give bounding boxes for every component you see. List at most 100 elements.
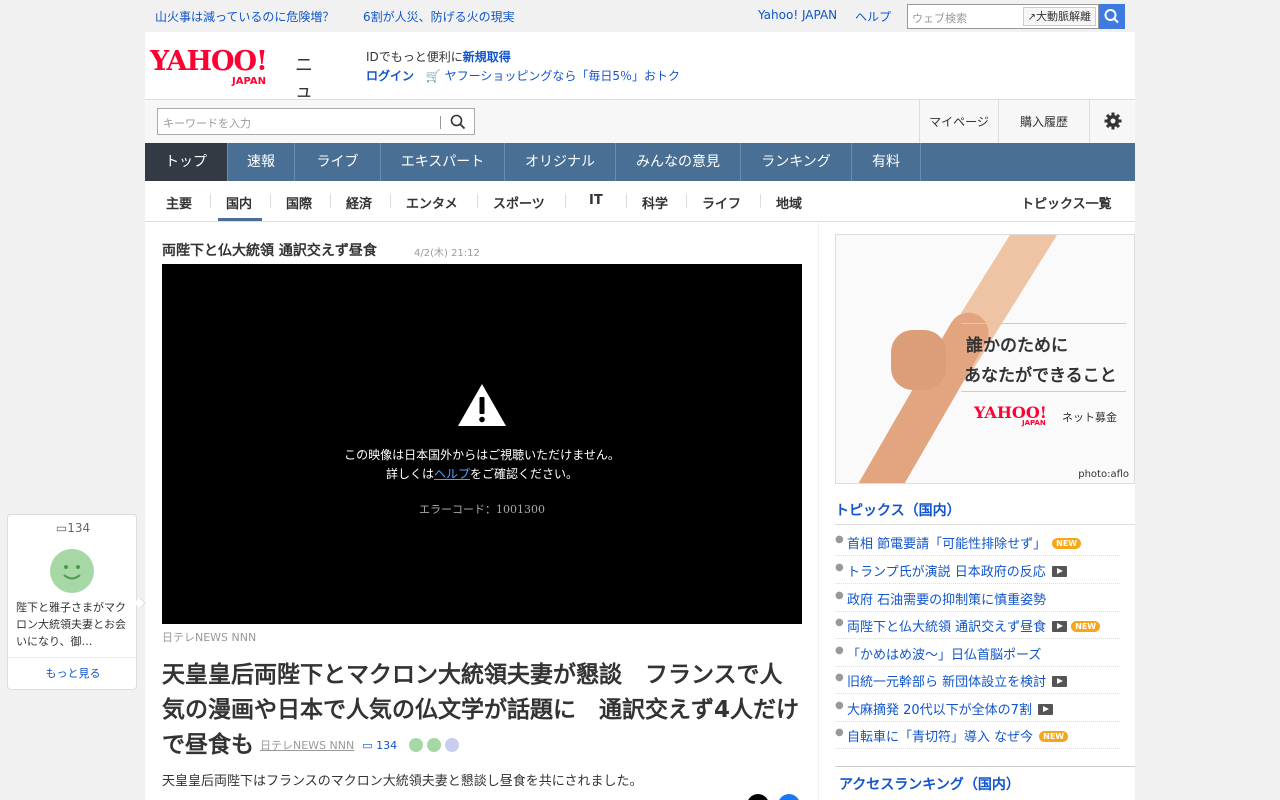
help-message-post: をご確認ください。 xyxy=(470,467,579,481)
category-nav: 主要 国内 国際 経済 エンタメ スポーツ IT 科学 ライフ 地域 トピックス… xyxy=(145,181,1135,222)
see-more-link[interactable]: もっと見る xyxy=(8,665,138,681)
video-unavailable-message: この映像は日本国外からはご視聴いただけません。 xyxy=(344,448,620,462)
ad-rule xyxy=(961,323,1126,324)
sidebar: 誰かのために あなたができること YAHOO! JAPAN ネット募金 phot… xyxy=(819,222,1135,800)
nav-top[interactable]: トップ xyxy=(145,143,228,181)
topic-text[interactable]: 首相 節電要請「可能性排除せず」 xyxy=(847,537,1046,552)
nav-expert[interactable]: エキスパート xyxy=(381,143,505,181)
category-entertainment[interactable]: エンタメ xyxy=(406,193,458,212)
category-science[interactable]: 科学 xyxy=(642,193,668,212)
topic-item[interactable]: ● 自転車に「青切符」導入 なぜ今 NEW xyxy=(835,721,1120,749)
video-help-link[interactable]: ヘルプ xyxy=(434,467,470,481)
topics-list-link[interactable]: トピックス一覧 xyxy=(1021,193,1112,212)
gear-icon xyxy=(1104,112,1122,130)
video-date: 4/2(木) 21:12 xyxy=(414,248,480,259)
topic-item[interactable]: ● 旧統一元幹部ら 新団体設立を検討 xyxy=(835,666,1120,694)
bullet-icon: ● xyxy=(835,590,844,601)
neutral-face-icon xyxy=(445,738,460,752)
id-promo: IDでもっと便利に新規取得 xyxy=(366,48,511,65)
comment-preview-card[interactable]: ▭134 陛下と雅子さまがマクロン大統領夫妻とお会いになり、御… もっと見る xyxy=(7,514,146,690)
video-play-icon xyxy=(1051,566,1067,577)
help-message-pre: 詳しくは xyxy=(385,467,434,481)
topic-text[interactable]: 政府 石油需要の抑制策に慎重姿勢 xyxy=(847,593,1046,608)
topic-item[interactable]: ● 首相 節電要請「可能性排除せず」 NEW xyxy=(835,528,1120,556)
new-badge: NEW xyxy=(1052,538,1082,549)
nav-live[interactable]: ライブ xyxy=(295,143,381,181)
login-link[interactable]: ログイン xyxy=(366,69,414,83)
category-sports[interactable]: スポーツ xyxy=(493,193,545,212)
ad-line-1: 誰かのために xyxy=(966,336,1068,356)
category-domestic[interactable]: 国内 xyxy=(226,193,252,212)
top-headline-link-2[interactable]: 6割が人災、防げる火の現実 xyxy=(363,8,515,25)
news-search-row: キーワードを入力 マイページ 購入履歴 xyxy=(145,99,1135,144)
shopping-link[interactable]: ヤフーショッピングなら「毎日5％」おトク xyxy=(445,69,680,83)
headline-source-link[interactable]: 日テレNEWS NNN xyxy=(260,739,354,752)
category-divider xyxy=(626,194,627,208)
card-comment-text: 陛下と雅子さまがマクロン大統領夫妻とお会いになり、御… xyxy=(16,601,126,648)
category-it[interactable]: IT xyxy=(589,193,603,208)
category-main[interactable]: 主要 xyxy=(166,193,192,212)
topic-item[interactable]: ● 大麻摘発 20代以下が全体の7割 xyxy=(835,694,1120,722)
category-life[interactable]: ライフ xyxy=(702,193,741,212)
yahoo-japan-link[interactable]: Yahoo! JAPAN xyxy=(758,8,837,22)
topic-text[interactable]: 大麻摘発 20代以下が全体の7割 xyxy=(847,703,1032,718)
nav-paid[interactable]: 有料 xyxy=(852,143,921,181)
yahoo-news-logo[interactable]: YAHOO! JAPAN ニュース xyxy=(150,46,313,154)
headline-text[interactable]: 天皇皇后両陛下とマクロン大統領夫妻が懇談 フランスで人気の漫画や日本で人気の仏文… xyxy=(162,662,799,758)
x-share-icon[interactable] xyxy=(747,794,769,800)
ranking-rule xyxy=(835,766,1135,767)
top-headline-link-1[interactable]: 山火事は減っているのに危険増？ xyxy=(155,8,334,25)
category-divider xyxy=(390,194,391,208)
keyword-search-input[interactable]: キーワードを入力 xyxy=(157,108,475,135)
card-count-value: 134 xyxy=(67,521,91,535)
new-badge: NEW xyxy=(1071,621,1101,632)
topic-text[interactable]: 自転車に「青切符」導入 なぜ今 xyxy=(847,730,1033,745)
bullet-icon: ● xyxy=(835,727,844,738)
ranking-heading[interactable]: アクセスランキング（国内） xyxy=(839,774,1020,794)
trend-keyword-button[interactable]: ↗大動脈解離 xyxy=(1022,7,1096,26)
top-bar: 山火事は減っているのに危険増？ 6割が人災、防げる火の現実 Yahoo! JAP… xyxy=(0,0,1280,32)
topic-text[interactable]: 「かめはめ波～」日仏首脳ポーズ xyxy=(847,648,1041,663)
video-title: 両陛下と仏大統領 通訳交えず昼食 xyxy=(162,243,377,259)
topic-text[interactable]: 両陛下と仏大統領 通訳交えず昼食 xyxy=(847,620,1046,635)
web-search-button[interactable] xyxy=(1099,4,1125,29)
id-promo-text: IDでもっと便利に xyxy=(366,50,463,64)
topic-item[interactable]: ● 政府 石油需要の抑制策に慎重姿勢 xyxy=(835,584,1120,612)
new-badge: NEW xyxy=(1039,731,1069,742)
main-nav: トップ 速報 ライブ エキスパート オリジナル みんなの意見 ランキング 有料 xyxy=(145,143,1135,181)
video-help-message: 詳しくはヘルプをご確認ください。 xyxy=(162,465,802,482)
purchase-history-link[interactable]: 購入履歴 xyxy=(998,100,1089,144)
reaction-faces xyxy=(409,728,460,763)
article-headline[interactable]: 天皇皇后両陛下とマクロン大統領夫妻が懇談 フランスで人気の漫画や日本で人気の仏文… xyxy=(162,658,802,763)
ad-hand-shape xyxy=(891,330,946,390)
category-world[interactable]: 国際 xyxy=(286,193,312,212)
topic-item[interactable]: ● 「かめはめ波～」日仏首脳ポーズ xyxy=(835,639,1120,667)
headline-comment-count[interactable]: ▭ 134 xyxy=(362,739,397,752)
facebook-share-icon[interactable] xyxy=(778,794,800,800)
topic-text[interactable]: トランプ氏が演説 日本政府の反応 xyxy=(847,565,1046,580)
topics-heading[interactable]: トピックス（国内） xyxy=(835,500,961,520)
category-region[interactable]: 地域 xyxy=(776,193,802,212)
mypage-link[interactable]: マイページ xyxy=(919,100,998,144)
search-icon[interactable] xyxy=(450,114,466,130)
nav-original[interactable]: オリジナル xyxy=(505,143,616,181)
search-divider xyxy=(440,116,441,129)
topic-item[interactable]: ● トランプ氏が演説 日本政府の反応 xyxy=(835,556,1120,584)
web-search-input[interactable]: ウェブ検索 ↗大動脈解離 xyxy=(907,4,1099,29)
category-divider xyxy=(760,194,761,208)
comment-icon: ▭ xyxy=(362,739,373,752)
ad-yahoo-logo-sub: JAPAN xyxy=(1022,419,1046,427)
topic-item[interactable]: ● 両陛下と仏大統領 通訳交えず昼食 NEW xyxy=(835,611,1120,639)
nav-opinions[interactable]: みんなの意見 xyxy=(616,143,741,181)
donation-ad[interactable]: 誰かのために あなたができること YAHOO! JAPAN ネット募金 phot… xyxy=(835,234,1135,484)
register-link[interactable]: 新規取得 xyxy=(463,50,511,64)
topic-text[interactable]: 旧統一元幹部ら 新団体設立を検討 xyxy=(847,675,1046,690)
nav-breaking[interactable]: 速報 xyxy=(228,143,295,181)
video-error-code: エラーコード：1001300 xyxy=(419,503,545,516)
category-divider xyxy=(686,194,687,208)
help-link[interactable]: ヘルプ xyxy=(855,8,891,25)
video-player[interactable]: この映像は日本国外からはご視聴いただけません。 詳しくはヘルプをご確認ください。… xyxy=(162,264,802,624)
nav-ranking[interactable]: ランキング xyxy=(741,143,852,181)
settings-button[interactable] xyxy=(1089,100,1135,144)
category-economy[interactable]: 経済 xyxy=(346,193,372,212)
